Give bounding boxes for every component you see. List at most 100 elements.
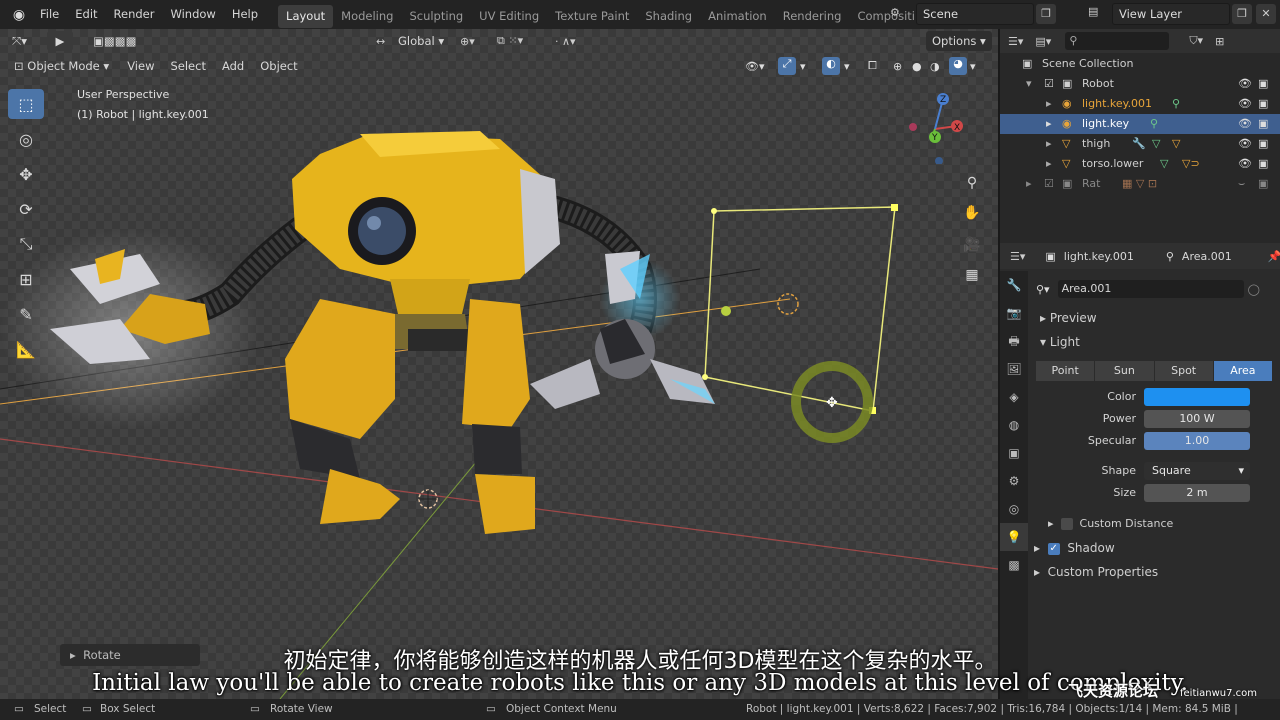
output-tab-icon[interactable]: 🖶 [1000,327,1028,355]
solid-shading-icon[interactable]: ● [912,60,922,73]
blender-logo-icon[interactable]: ◉ [6,5,32,25]
render-camera-icon[interactable]: ▣ [1258,94,1268,114]
outliner-row-rat[interactable]: ▸ ☑ ▣ Rat ▦ ▽ ⊡ ⌣ ▣ [1000,174,1280,194]
outliner-search-input[interactable]: ⚲ [1065,32,1170,50]
selection-mode-icons[interactable]: ▣▩▩▩ [87,31,142,51]
pin-icon[interactable]: 📌 [1268,250,1280,263]
visibility-eye-icon[interactable]: ⌣ [1238,174,1245,194]
menu-help[interactable]: Help [224,0,266,29]
expand-arrow-icon[interactable]: ▸ [1046,94,1052,114]
tab-uv-editing[interactable]: UV Editing [471,5,547,28]
scene-field[interactable]: Scene [916,3,1034,25]
render-camera-icon[interactable]: ▣ [1258,74,1268,94]
tool-tab-icon[interactable]: 🔧 [1000,271,1028,299]
outliner-row-torso-lower[interactable]: ▸ ▽ torso.lower ▽ ▽⊃ 👁 ▣ [1000,154,1280,174]
shape-dropdown[interactable]: Square ▾ [1144,462,1250,480]
expand-arrow-icon[interactable]: ▾ [1026,74,1032,94]
outliner-row-robot[interactable]: ▾ ☑ ▣ Robot 👁 ▣ [1000,74,1280,94]
menu-view[interactable]: View [119,59,162,73]
material-shading-icon[interactable]: ◑ [930,60,940,73]
expand-arrow-icon[interactable]: ▸ [1046,154,1052,174]
scene-tab-icon[interactable]: ◈ [1000,383,1028,411]
new-collection-icon[interactable]: ⊞ [1215,35,1224,48]
modifiers-tab-icon[interactable]: ⚙ [1000,467,1028,495]
render-camera-icon[interactable]: ▣ [1258,174,1268,194]
view-layer-remove-icon[interactable]: ✕ [1256,4,1276,24]
expand-arrow-icon[interactable]: ▸ [1046,134,1052,154]
custom-distance-checkbox[interactable] [1060,518,1073,530]
select-box-tool-icon[interactable]: ⬚ [8,89,44,119]
color-swatch[interactable] [1144,388,1250,406]
transform-tool-icon[interactable]: ⊞ [8,264,44,294]
world-tab-icon[interactable]: ◍ [1000,411,1028,439]
overlays-toggle-icon[interactable]: ◐ [822,57,840,75]
expand-arrow-icon[interactable]: ▸ [1046,114,1052,134]
visibility-eye-icon[interactable]: 👁 [1238,94,1252,114]
object-mode-dropdown[interactable]: ⊡ Object Mode ▾ [8,56,115,76]
menu-select[interactable]: Select [162,59,213,73]
3d-viewport[interactable]: ✥ ⤧▾ ▶ ▣▩▩▩ ↔ Global ▾ ⊕▾ ⧉ ⁙▾ · ∧▾ Opti… [0,29,998,699]
tab-shading[interactable]: Shading [637,5,700,28]
view-layer-field[interactable]: View Layer [1112,3,1230,25]
light-panel-header[interactable]: ▾ Light [1040,335,1080,349]
tab-animation[interactable]: Animation [700,5,775,28]
move-tool-icon[interactable]: ✥ [8,159,44,189]
camera-view-icon[interactable]: 🎥 [960,233,984,257]
shadow-checkbox[interactable]: ✓ [1047,542,1060,555]
properties-editor-icon[interactable]: ☰▾ [1010,250,1025,263]
menu-window[interactable]: Window [162,0,223,29]
proportional-edit-icon[interactable]: · ∧▾ [555,35,576,48]
view-layer-copy-icon[interactable]: ❐ [1232,4,1252,24]
render-camera-icon[interactable]: ▣ [1258,154,1268,174]
scale-tool-icon[interactable]: ⤡ [8,229,44,259]
navigation-gizmo[interactable]: X Z Y [905,89,970,164]
tab-texture-paint[interactable]: Texture Paint [547,5,637,28]
menu-object[interactable]: Object [252,59,305,73]
light-type-point-button[interactable]: Point [1036,361,1096,381]
menu-file[interactable]: File [32,0,67,29]
light-type-area-button[interactable]: Area [1213,361,1273,381]
view-layer-icon[interactable]: ▤ [1088,5,1098,18]
outliner-row-light-key[interactable]: ▸ ◉ light.key ⚲ 👁 ▣ [1000,114,1280,134]
overlays-dropdown-icon[interactable]: ▾ [844,60,850,73]
texture-tab-icon[interactable]: ▩ [1000,551,1028,579]
snap-icon[interactable]: ⧉ ⁙▾ [497,34,523,48]
wireframe-shading-icon[interactable]: ⊕ [893,60,902,73]
zoom-icon[interactable]: ⚲ [960,171,984,195]
light-data-tab-icon[interactable]: 💡 [1000,523,1028,551]
cursor-tool-icon[interactable]: ◎ [8,124,44,154]
outliner-row-light-key-001[interactable]: ▸ ◉ light.key.001 ⚲ 👁 ▣ [1000,94,1280,114]
filter-icon[interactable]: ⛉▾ [1189,34,1203,48]
render-camera-icon[interactable]: ▣ [1258,134,1268,154]
tab-sculpting[interactable]: Sculpting [401,5,471,28]
preview-panel-header[interactable]: ▸ Preview [1040,311,1097,325]
outliner-row-scene-collection[interactable]: ▣ Scene Collection [1000,54,1280,74]
render-camera-icon[interactable]: ▣ [1258,114,1268,134]
datablock-selector[interactable]: ⚲▾ Area.001 ◯ [1036,279,1274,299]
power-field[interactable]: 100 W [1144,410,1250,428]
scene-copy-icon[interactable]: ❐ [1036,4,1056,24]
datablock-name-field[interactable]: Area.001 [1057,280,1244,298]
gizmo-dropdown-icon[interactable]: ▾ [800,60,806,73]
pivot-icon[interactable]: ⊕▾ [460,35,475,48]
tab-modeling[interactable]: Modeling [333,5,401,28]
visibility-eye-icon[interactable]: 👁 [1238,74,1252,94]
scene-icon[interactable]: ⚙ [890,6,900,19]
custom-properties-panel-header[interactable]: ▸ Custom Properties [1034,565,1158,579]
menu-render[interactable]: Render [106,0,163,29]
tab-rendering[interactable]: Rendering [775,5,850,28]
size-field[interactable]: 2 m [1144,484,1250,502]
custom-distance-subpanel[interactable]: ▸ Custom Distance [1048,517,1173,530]
light-type-sun-button[interactable]: Sun [1095,361,1155,381]
rendered-shading-icon[interactable]: ◕ [949,57,967,75]
rotate-tool-icon[interactable]: ⟳ [8,194,44,224]
fake-user-icon[interactable]: ◯ [1248,283,1260,296]
visibility-eye-icon[interactable]: 👁 [1238,114,1252,134]
gizmo-toggle-icon[interactable]: ⤢ [778,57,796,75]
shadow-panel-header[interactable]: ▸ ✓ Shadow [1034,541,1115,555]
physics-tab-icon[interactable]: ◎ [1000,495,1028,523]
object-tab-icon[interactable]: ▣ [1000,439,1028,467]
tab-layout[interactable]: Layout [278,4,334,28]
outliner-editor-icon[interactable]: ☰▾ [1008,35,1023,48]
view-layer-tab-icon[interactable]: 🖼 [1000,355,1028,383]
